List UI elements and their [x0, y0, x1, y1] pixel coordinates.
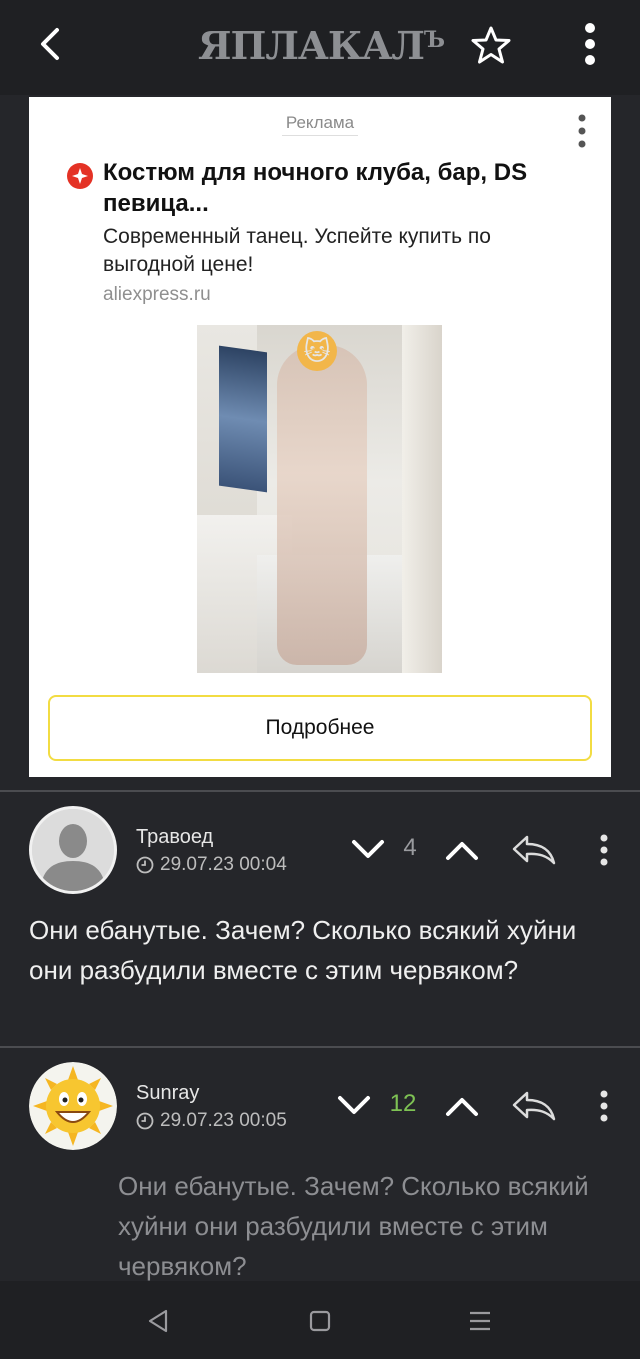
chevron-up-icon	[446, 842, 478, 860]
square-home-icon	[309, 1310, 331, 1332]
back-button[interactable]	[24, 18, 76, 70]
star-icon	[471, 26, 511, 64]
avatar[interactable]	[29, 1062, 117, 1150]
vote-down-button[interactable]	[334, 1086, 374, 1126]
comment-item: Травоед 29.07.23 00:04 4 Они ебанутые. З…	[0, 792, 640, 1046]
app-logo: ЯПЛАКАЛЪ	[196, 22, 446, 70]
ad-more-button[interactable]: Подробнее	[48, 695, 592, 761]
clock-icon	[136, 856, 154, 874]
sun-smiley-avatar-icon	[29, 1062, 117, 1150]
app-logo-suffix: Ъ	[424, 27, 445, 53]
ad-domain: aliexpress.ru	[103, 284, 211, 305]
comment-author[interactable]: Травоед	[136, 826, 213, 849]
default-user-icon	[32, 809, 114, 891]
ad-label: Реклама	[29, 113, 611, 136]
comment-date: 29.07.23 00:04	[136, 854, 287, 876]
comment-item: Sunray 29.07.23 00:05 12 Они ебанутые. З…	[0, 1048, 640, 1281]
comment-options-button[interactable]	[590, 1086, 618, 1126]
comment-author[interactable]: Sunray	[136, 1082, 199, 1105]
chevron-down-icon	[352, 840, 384, 858]
system-nav-bar	[0, 1281, 640, 1359]
nav-recent-button[interactable]	[458, 1299, 502, 1343]
comment-options-button[interactable]	[590, 830, 618, 870]
kebab-menu-icon	[600, 834, 608, 866]
reply-arrow-icon	[512, 1091, 556, 1121]
nav-back-button[interactable]	[136, 1299, 180, 1343]
vote-count: 12	[389, 1090, 417, 1117]
vote-count: 4	[403, 834, 417, 861]
reply-arrow-icon	[512, 835, 556, 865]
reply-button[interactable]	[510, 830, 558, 870]
nav-home-button[interactable]	[298, 1299, 342, 1343]
quoted-comment-text: Они ебанутые. Зачем? Сколько всякий хуйн…	[118, 1171, 589, 1281]
kebab-menu-icon	[585, 23, 595, 65]
aliexpress-favicon-icon	[67, 163, 93, 189]
ad-description: Современный танец. Успейте купить по выг…	[103, 225, 491, 276]
chevron-left-icon	[41, 28, 59, 60]
vote-up-button[interactable]	[442, 1086, 482, 1126]
more-menu-button[interactable]	[566, 18, 614, 70]
reply-button[interactable]	[510, 1086, 558, 1126]
clock-icon	[136, 1112, 154, 1130]
kebab-menu-icon	[578, 114, 586, 148]
favorite-button[interactable]	[466, 20, 516, 70]
kebab-menu-icon	[600, 1090, 608, 1122]
chevron-down-icon	[338, 1096, 370, 1114]
ad-title[interactable]: Костюм для ночного клуба, бар, DS певица…	[103, 157, 573, 219]
app-bar: ЯПЛАКАЛЪ	[0, 0, 640, 95]
ad-options-button[interactable]	[567, 111, 597, 151]
app-logo-text: ЯПЛАКАЛ	[197, 23, 425, 68]
avatar[interactable]	[29, 806, 117, 894]
comment-text: Они ебанутые. Зачем? Сколько всякий хуйн…	[29, 915, 577, 985]
vote-up-button[interactable]	[442, 830, 482, 870]
lines-recent-icon	[470, 1311, 490, 1331]
ad-image[interactable]: 🐱	[197, 325, 442, 673]
vote-down-button[interactable]	[348, 830, 388, 870]
ad-card[interactable]: Реклама Костюм для ночного клуба, бар, D…	[29, 97, 611, 777]
triangle-back-icon	[148, 1309, 168, 1333]
comment-date: 29.07.23 00:05	[136, 1110, 287, 1132]
cat-emoji-sticker: 🐱	[297, 331, 337, 371]
chevron-up-icon	[446, 1098, 478, 1116]
